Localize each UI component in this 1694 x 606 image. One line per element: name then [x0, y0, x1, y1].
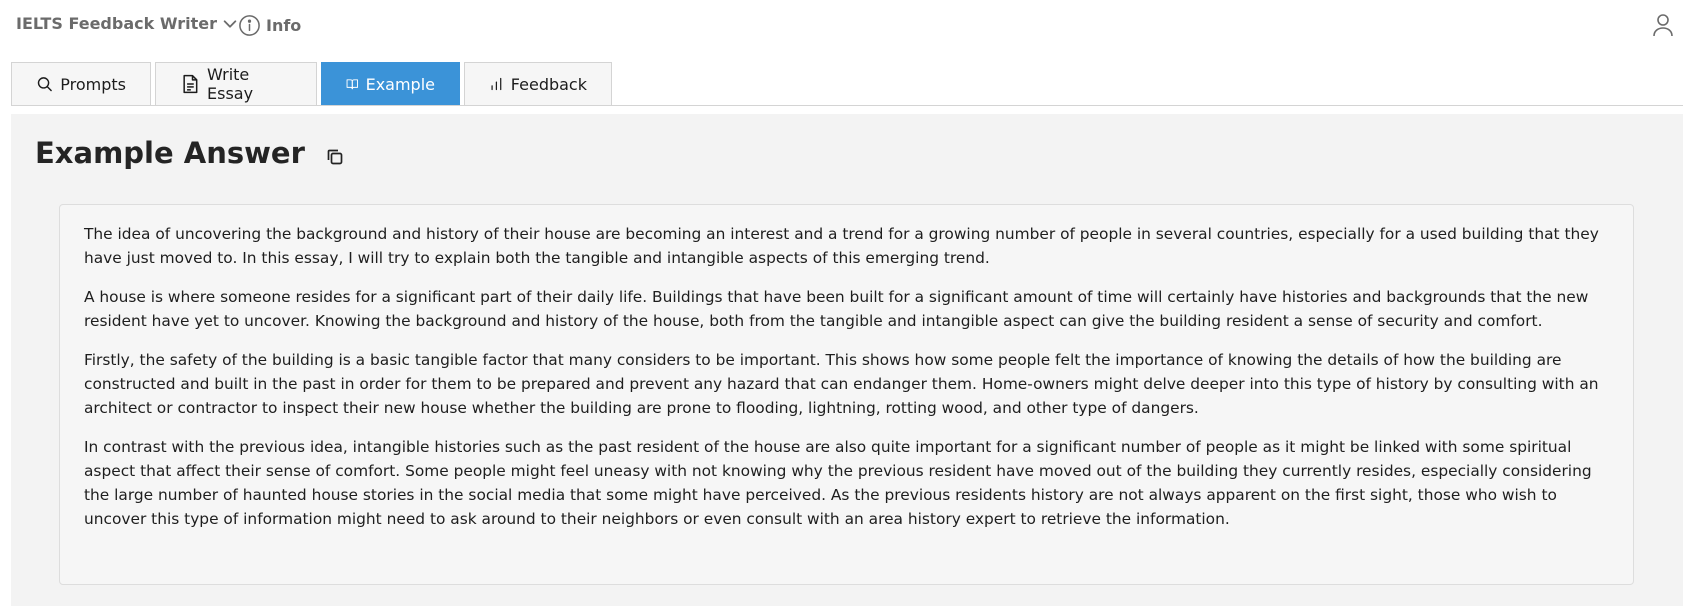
answer-paragraph: The idea of uncovering the background an…: [84, 225, 1599, 267]
tab-feedback-label: Feedback: [510, 74, 587, 94]
app-title-label: IELTS Feedback Writer: [16, 14, 217, 33]
tab-prompts[interactable]: Prompts: [11, 62, 151, 106]
search-icon: [37, 77, 52, 92]
document-icon: [183, 74, 198, 94]
bar-chart-icon: [491, 77, 502, 91]
answer-paragraph: Firstly, the safety of the building is a…: [84, 351, 1599, 417]
example-heading-row: Example Answer: [35, 136, 345, 170]
chevron-down-icon: [223, 19, 237, 28]
tab-write-essay[interactable]: Write Essay: [155, 62, 317, 106]
answer-paragraph: In contrast with the previous idea, inta…: [84, 438, 1592, 528]
tab-example[interactable]: Example: [321, 62, 460, 106]
info-button[interactable]: Info: [238, 14, 301, 37]
tab-feedback[interactable]: Feedback: [464, 62, 612, 106]
info-icon: [239, 15, 260, 36]
tab-write-essay-label: Write Essay: [207, 65, 254, 103]
answer-paragraph: A house is where someone resides for a s…: [84, 288, 1589, 330]
app-title-dropdown[interactable]: IELTS Feedback Writer: [16, 14, 239, 33]
tab-bar: Prompts Write Essay Example Feedback: [11, 62, 612, 106]
top-bar: IELTS Feedback Writer Info: [0, 0, 1694, 52]
page-title: Example Answer: [35, 136, 305, 170]
example-panel: Example Answer The idea of uncovering th…: [11, 114, 1683, 606]
info-label: Info: [266, 16, 302, 35]
open-book-icon: [346, 79, 359, 90]
tab-divider: [11, 105, 1683, 106]
example-answer-box: The idea of uncovering the background an…: [59, 204, 1634, 585]
user-icon[interactable]: [1652, 13, 1674, 37]
copy-icon[interactable]: [325, 147, 345, 167]
tab-prompts-label: Prompts: [60, 74, 126, 94]
tab-example-label: Example: [365, 74, 435, 94]
